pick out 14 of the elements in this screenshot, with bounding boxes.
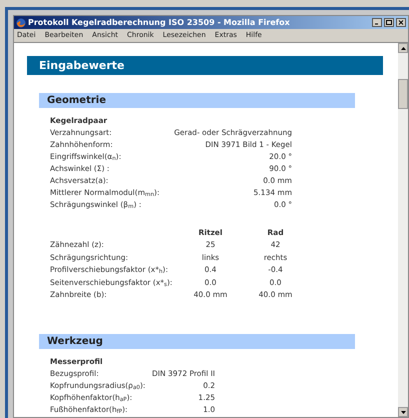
scroll-up-icon[interactable] xyxy=(398,43,408,53)
window-title: Protokoll Kegelradberechnung ISO 23509 - Mozilla Firefox xyxy=(28,16,291,28)
close-button[interactable] xyxy=(396,18,406,27)
close-icon xyxy=(398,20,404,25)
scroll-down-icon[interactable] xyxy=(398,407,408,417)
page-title-bar: Eingabewerte xyxy=(27,56,383,75)
section-header: Werkzeug xyxy=(39,334,355,348)
maximize-button[interactable] xyxy=(384,18,394,27)
section-header: Geometrie xyxy=(39,93,355,108)
browser-logo-icon xyxy=(16,18,26,28)
minimize-button[interactable] xyxy=(372,18,382,27)
maximize-icon xyxy=(386,20,392,25)
scrollbar[interactable] xyxy=(398,43,408,417)
scroll-thumb[interactable] xyxy=(398,79,408,109)
